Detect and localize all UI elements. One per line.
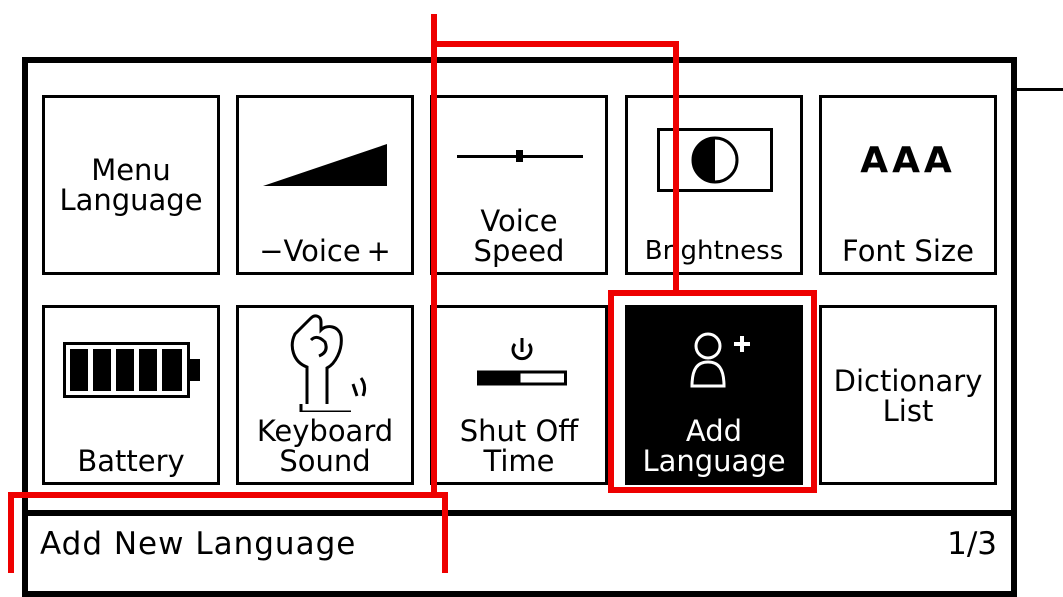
status-title: Add New Language — [40, 526, 357, 562]
tile-brightness[interactable]: Brightness — [625, 95, 803, 275]
tile-voice-volume[interactable]: −Voice + — [236, 95, 414, 275]
callout-line-status-right — [442, 492, 448, 573]
keyboard-sound-label: Keyboard Sound — [239, 416, 411, 476]
menu-language-label-line1: Menu — [91, 153, 171, 187]
keyboard-touch-icon — [290, 314, 367, 412]
status-bar: Add New Language 1/3 — [22, 510, 1017, 573]
battery-full-icon — [63, 342, 200, 398]
font-size-label: Font Size — [842, 234, 974, 268]
shut-off-time-label-line1: Shut Off — [459, 414, 579, 448]
battery-label: Battery — [77, 444, 185, 478]
menu-language-label-line2: Language — [59, 183, 203, 217]
dictionary-list-label-line1: Dictionary — [833, 364, 983, 398]
callout-line-vertical-right — [673, 41, 679, 291]
voice-volume-label: −Voice + — [259, 234, 391, 268]
power-timer-icon — [477, 338, 567, 386]
tile-shut-off-time[interactable]: Shut Off Time — [430, 305, 608, 485]
menu-language-label: Menu Language — [45, 155, 217, 215]
speed-slider-icon — [457, 150, 583, 162]
volume-ramp-icon — [263, 144, 387, 186]
callout-highlight-add-language — [608, 290, 817, 493]
keyboard-sound-label-line2: Sound — [279, 444, 371, 478]
callout-line-vertical-left — [431, 14, 437, 498]
voice-speed-label-line2: Speed — [473, 234, 565, 268]
keyboard-sound-label-line1: Keyboard — [256, 414, 394, 448]
callout-line-status-top — [8, 492, 448, 498]
tile-battery[interactable]: Battery — [42, 305, 220, 485]
shut-off-time-label: Shut Off Time — [433, 416, 605, 476]
voice-speed-label-line1: Voice — [480, 204, 558, 238]
dictionary-list-label-line2: List — [882, 394, 934, 428]
tile-font-size[interactable]: AAA Font Size — [819, 95, 997, 275]
brightness-label: Brightness — [644, 236, 784, 266]
tile-dictionary-list[interactable]: Dictionary List — [819, 305, 997, 485]
dictionary-list-label: Dictionary List — [822, 366, 994, 426]
tile-voice-speed[interactable]: Voice Speed — [430, 95, 608, 275]
tile-menu-language[interactable]: Menu Language — [42, 95, 220, 275]
page-indicator: 1/3 — [947, 526, 997, 562]
voice-speed-label: Voice Speed — [433, 206, 605, 266]
callout-line-top — [431, 41, 679, 47]
shut-off-time-label-line2: Time — [483, 444, 555, 478]
callout-line-status-left — [8, 492, 14, 573]
font-size-icon: AAA — [860, 140, 956, 181]
tile-keyboard-sound[interactable]: Keyboard Sound — [236, 305, 414, 485]
screen-edge-line — [1017, 88, 1063, 91]
